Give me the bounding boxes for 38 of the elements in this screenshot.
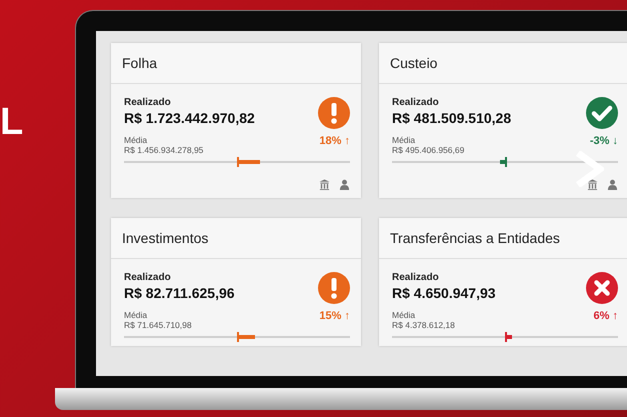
card-title: Investimentos: [111, 218, 361, 259]
average-value: R$ 71.645.710,98: [124, 320, 192, 330]
average-value: R$ 1.456.934.278,95: [124, 145, 204, 155]
realized-value: R$ 4.650.947,93: [392, 285, 496, 301]
realized-value: R$ 1.723.442.970,82: [124, 110, 255, 126]
bank-icon[interactable]: [319, 179, 330, 190]
average-marker: [505, 332, 506, 342]
average-label: Média: [124, 135, 148, 145]
average-marker: [237, 157, 238, 167]
heading-letter: L: [0, 101, 24, 144]
average-marker: [505, 157, 506, 167]
card-title: Folha: [111, 43, 361, 84]
user-icon[interactable]: [339, 179, 350, 190]
error-icon: [586, 272, 618, 304]
realized-label: Realizado: [392, 272, 440, 283]
average-value: R$ 4.378.612,18: [392, 320, 455, 330]
warning-icon: [318, 97, 350, 129]
trend-percent: -3% ↓: [590, 135, 618, 147]
trend-percent: 18% ↑: [319, 135, 350, 147]
realized-label: Realizado: [124, 97, 172, 108]
user-icon[interactable]: [607, 179, 618, 190]
realized-label: Realizado: [124, 272, 172, 283]
average-label: Média: [124, 310, 148, 320]
average-label: Média: [392, 310, 416, 320]
average-value: R$ 495.406.956,69: [392, 145, 464, 155]
average-marker: [237, 332, 238, 342]
bank-icon[interactable]: [587, 179, 598, 190]
card-title: Custeio: [379, 43, 627, 84]
chevron-right-icon[interactable]: [574, 151, 604, 187]
card-title: Transferências a Entidades: [379, 218, 627, 259]
trend-percent: 6% ↑: [594, 310, 618, 322]
check-icon: [586, 97, 618, 129]
trend-percent: 15% ↑: [319, 310, 350, 322]
realized-label: Realizado: [392, 97, 440, 108]
average-label: Média: [392, 135, 416, 145]
warning-icon: [318, 272, 350, 304]
realized-value: R$ 481.509.510,28: [392, 110, 512, 126]
realized-value: R$ 82.711.625,96: [124, 285, 235, 301]
